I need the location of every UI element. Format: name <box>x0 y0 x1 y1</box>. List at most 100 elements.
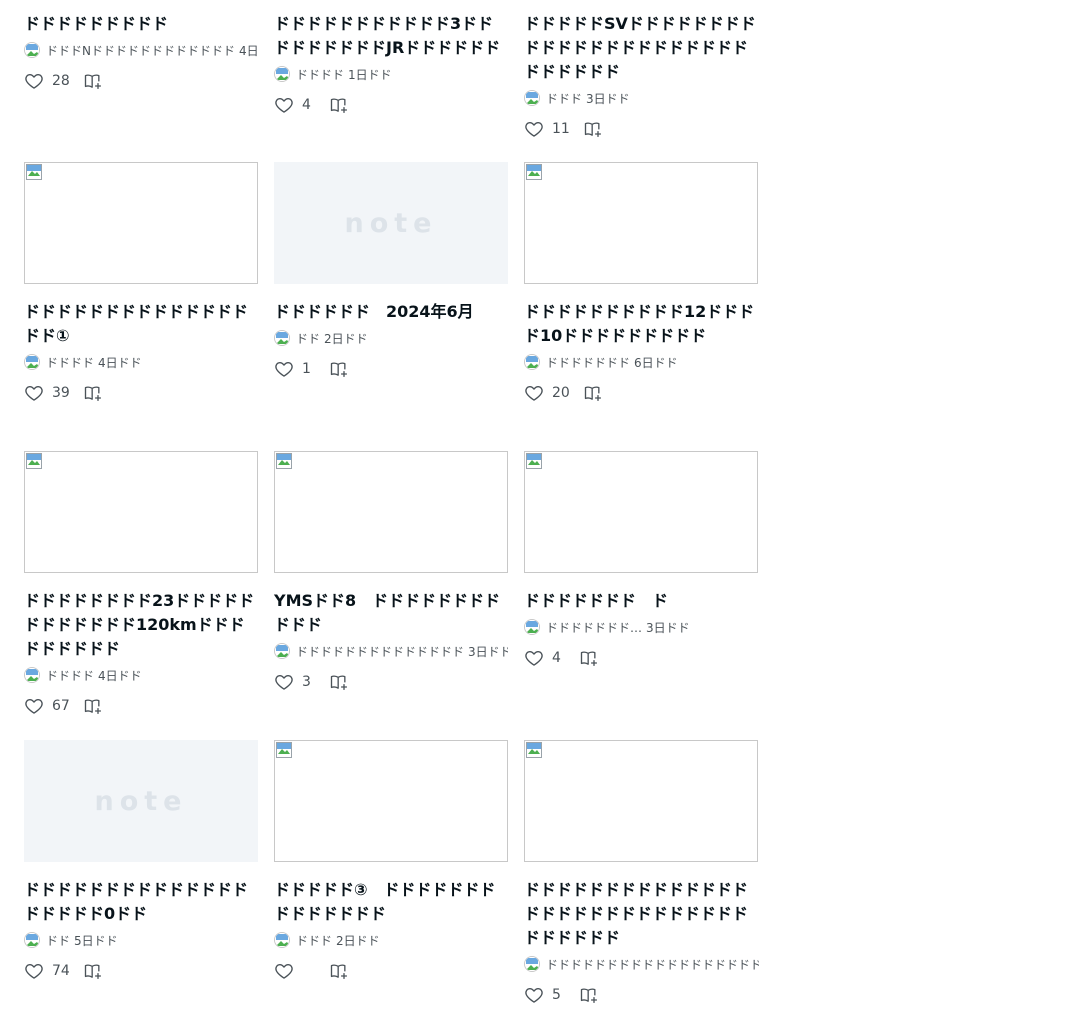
published-time: 3日ドド <box>646 620 690 635</box>
author-name[interactable]: ドドド <box>296 932 332 949</box>
article-meta: ドド 5日ドド <box>24 930 258 950</box>
add-to-magazine-button[interactable] <box>83 696 103 716</box>
author-name[interactable]: ドドド <box>546 90 582 107</box>
like-button[interactable]: 28 <box>24 71 70 91</box>
add-to-magazine-icon <box>329 359 349 379</box>
like-button[interactable]: 11 <box>524 119 570 139</box>
like-button[interactable]: 4 <box>524 648 566 668</box>
avatar[interactable] <box>24 42 40 58</box>
article-title[interactable]: ドドドドド③ ドドドドドドドドドドドドドド <box>274 878 508 926</box>
add-to-magazine-button[interactable] <box>329 672 349 692</box>
article-card[interactable]: ドドドドドドドドドドドドドドドドドドドドドドドドドドドドドドドドドドドドドドドド… <box>524 740 759 1007</box>
avatar[interactable] <box>524 619 540 635</box>
author-name[interactable]: ドド <box>46 932 70 949</box>
avatar[interactable] <box>524 956 540 972</box>
add-to-magazine-button[interactable] <box>329 961 349 981</box>
author-name[interactable]: ドドドド <box>46 667 94 684</box>
author-name[interactable]: ドドドド <box>296 66 344 83</box>
article-title[interactable]: ドドドドドSVドドドドドドドドドドドドドドドドドドドドドドドドドドドド <box>524 12 759 84</box>
like-button[interactable]: 39 <box>24 383 70 403</box>
like-button[interactable]: 20 <box>524 383 570 403</box>
article-card[interactable]: note ドドドドドドドドドドドドドドドドドドド0ドドドド 5日ドド 74 <box>24 740 258 983</box>
like-button[interactable]: 74 <box>24 961 70 981</box>
published-time: 3日ドド <box>586 91 630 106</box>
article-thumbnail[interactable] <box>274 451 508 573</box>
add-to-magazine-button[interactable] <box>579 985 599 1005</box>
article-thumbnail[interactable] <box>524 740 758 862</box>
avatar[interactable] <box>274 66 290 82</box>
article-card[interactable]: ドドドドド③ ドドドドドドドドドドドドドドドドド 2日ドド <box>274 740 508 983</box>
article-thumbnail[interactable] <box>24 162 258 284</box>
article-title[interactable]: ドドドドドドドド23ドドドドドドドドドドドド120kmドドドドドドドドド <box>24 589 258 661</box>
article-title[interactable]: ドドドドドドド ド <box>524 589 759 613</box>
article-title[interactable]: ドドドドドドドドドドドドドドドドドドド0ドド <box>24 878 258 926</box>
article-title[interactable]: ドドドドドド 2024年6月 <box>274 300 508 324</box>
author-name[interactable]: ドドドNドドドドドドドドドドドド <box>46 42 235 59</box>
like-button[interactable]: 1 <box>274 359 316 379</box>
published-time: 5日ドド <box>74 933 118 948</box>
like-button[interactable]: 5 <box>524 985 566 1005</box>
author-name[interactable]: ドド <box>296 330 320 347</box>
note-logo: note <box>344 207 438 239</box>
avatar[interactable] <box>24 667 40 683</box>
article-card[interactable]: ドドドドドドドドドドド3ドドドドドドドドドJRドドドドドド ドドドド 1日ドド 4 <box>274 12 508 117</box>
add-to-magazine-button[interactable] <box>329 359 349 379</box>
article-thumbnail[interactable] <box>24 451 258 573</box>
avatar[interactable] <box>24 354 40 370</box>
article-actions: 67 <box>24 694 258 718</box>
article-thumbnail[interactable] <box>274 740 508 862</box>
add-to-magazine-icon <box>83 696 103 716</box>
add-to-magazine-button[interactable] <box>583 383 603 403</box>
article-title[interactable]: ドドドドドドドドドドド3ドドドドドドドドドJRドドドドドド <box>274 12 508 60</box>
add-to-magazine-button[interactable] <box>329 95 349 115</box>
heart-icon <box>524 648 544 668</box>
article-meta: ドドドドドドドドドドドドドド 3日ドド <box>274 641 508 661</box>
article-title[interactable]: YMSドド8 ドドドドドドドドドドド <box>274 589 508 637</box>
like-button[interactable]: 67 <box>24 696 70 716</box>
add-to-magazine-icon <box>583 383 603 403</box>
article-actions: 74 <box>24 959 258 983</box>
article-card[interactable]: ドドドドドドドドドド12ドドドド10ドドドドドドドドド ドドドドドドド 6日ドド 20 <box>524 162 759 405</box>
article-card[interactable]: ドドドドドドド ドドドドドドドド… 3日ドド 4 <box>524 451 759 670</box>
add-to-magazine-icon <box>329 961 349 981</box>
add-to-magazine-button[interactable] <box>579 648 599 668</box>
avatar[interactable] <box>274 643 290 659</box>
article-thumbnail[interactable] <box>524 451 758 573</box>
article-card[interactable]: note ドドドドドド 2024年6月 ドド 2日ドド 1 <box>274 162 508 381</box>
heart-icon <box>274 359 294 379</box>
published-time: 2日ドド <box>336 933 380 948</box>
add-to-magazine-button[interactable] <box>83 71 103 91</box>
author-name[interactable]: ドドドド <box>46 354 94 371</box>
article-thumbnail-placeholder[interactable]: note <box>24 740 258 862</box>
author-name[interactable]: ドドドドドドド… <box>546 619 642 636</box>
avatar[interactable] <box>274 932 290 948</box>
like-button[interactable]: 3 <box>274 672 316 692</box>
add-to-magazine-button[interactable] <box>83 961 103 981</box>
avatar[interactable] <box>274 330 290 346</box>
article-card[interactable]: ドドドドドSVドドドドドドドドドドドドドドドドドドドドドドドドドドドドドドド 3日… <box>524 12 759 141</box>
avatar[interactable] <box>524 354 540 370</box>
article-title[interactable]: ドドドドドドドドドド12ドドドド10ドドドドドドドドド <box>524 300 759 348</box>
article-thumbnail-placeholder[interactable]: note <box>274 162 508 284</box>
article-title[interactable]: ドドドドドドドドドドドドドドドドドドドドドドドドドドドドドドドドドド <box>524 878 759 950</box>
add-to-magazine-button[interactable] <box>83 383 103 403</box>
article-actions: 20 <box>524 381 759 405</box>
article-card[interactable]: ドドドドドドドドドドドドNドドドドドドドドドドドド4日ドド 28 <box>24 12 258 93</box>
article-meta: ドドドドドドド… 3日ドド <box>524 617 759 637</box>
like-button[interactable] <box>274 961 316 981</box>
article-actions: 4 <box>524 646 759 670</box>
author-name[interactable]: ドドドドドドドドドドドドドド <box>296 643 464 660</box>
avatar[interactable] <box>24 932 40 948</box>
author-name[interactable]: ドドドドドドド <box>546 354 630 371</box>
article-thumbnail[interactable] <box>524 162 758 284</box>
article-card[interactable]: ドドドドドドドドドドドドドドドド① ドドドド 4日ドド 39 <box>24 162 258 405</box>
author-name[interactable]: ドドドドドドドドドドドドドドドドドドドド1ドド… <box>546 956 759 973</box>
add-to-magazine-button[interactable] <box>583 119 603 139</box>
article-card[interactable]: ドドドドドドドド23ドドドドドドドドドドドド120kmドドドドドドドドドドドドド… <box>24 451 258 718</box>
article-title[interactable]: ドドドドドドドドドドドドドドドド① <box>24 300 258 348</box>
like-button[interactable]: 4 <box>274 95 316 115</box>
article-card[interactable]: YMSドド8 ドドドドドドドドドドドドドドドドドドドドドドドドド 3日ドド 3 <box>274 451 508 694</box>
article-actions: 5 <box>524 983 759 1007</box>
article-title[interactable]: ドドドドドドドドド <box>24 12 258 36</box>
avatar[interactable] <box>524 90 540 106</box>
